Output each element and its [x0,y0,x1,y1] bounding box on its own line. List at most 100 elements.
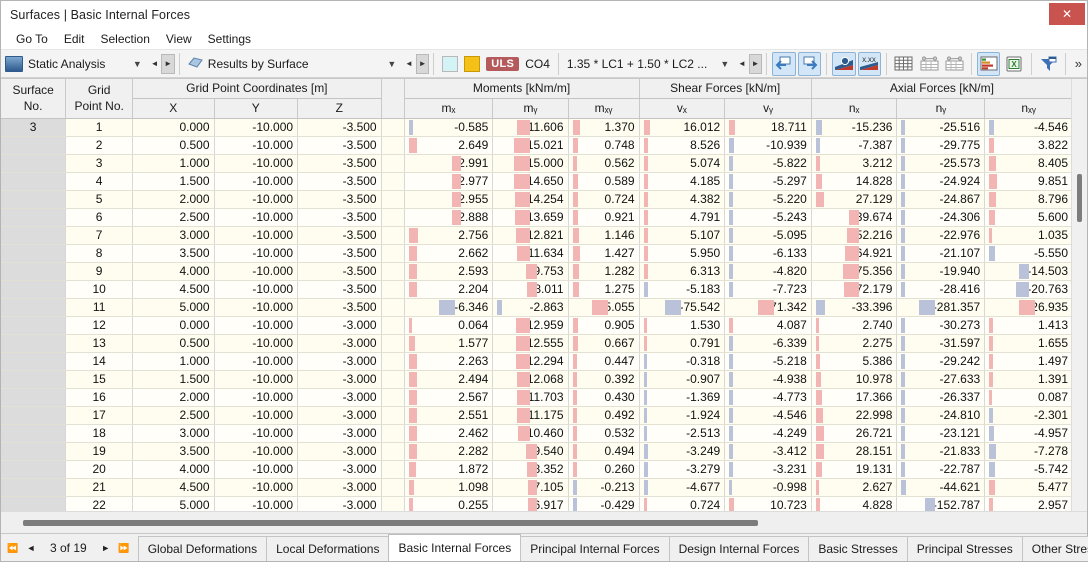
cell-nx[interactable]: 19.131 [811,460,898,479]
col-my[interactable]: mᵧ [492,98,569,119]
cell-vy[interactable]: -10.939 [724,136,812,155]
cell-vy[interactable]: -5.218 [724,352,812,371]
cell-mxy[interactable]: 0.562 [568,154,640,173]
cell-my[interactable]: 14.650 [492,172,569,191]
cell-my[interactable]: 12.959 [492,316,569,335]
cell-z[interactable]: -3.500 [297,208,382,227]
table-row[interactable]: 11 5.000 -10.000 -3.500 -6.346 -2.863 5.055 -75… [1,298,1073,317]
cell-z[interactable]: -3.500 [297,298,382,317]
goto-prev-icon[interactable] [772,51,796,76]
table-row[interactable]: 7 3.000 -10.000 -3.500 2.756 12.821 1.146 5.107… [1,226,1073,245]
cell-nxy[interactable]: 8.796 [984,190,1073,209]
table-row[interactable]: 18 3.000 -10.000 -3.000 2.462 10.460 0.532 -2.5… [1,424,1073,443]
load-combination-combo[interactable]: ULS CO4 1.35 * LC1 + 1.50 * LC2 ... ▼ [438,52,735,75]
cell-mx[interactable]: 2.662 [404,244,494,263]
cell-z[interactable]: -3.500 [297,280,382,299]
cell-x[interactable]: 2.000 [132,388,215,407]
cell-my[interactable]: 11.703 [492,388,569,407]
cell-grid-point-no[interactable]: 21 [65,478,134,497]
cell-vy[interactable]: -5.243 [724,208,812,227]
table-row[interactable]: 10 4.500 -10.000 -3.500 2.204 8.011 1.275 -5.18… [1,280,1073,299]
cell-my[interactable]: 12.294 [492,352,569,371]
cell-nx[interactable]: 2.740 [811,316,898,335]
combination-prev-button[interactable]: ◄ [735,54,748,74]
cell-nxy[interactable]: 2.957 [984,496,1073,511]
cell-x[interactable]: 5.000 [132,496,215,511]
cell-nx[interactable]: 22.998 [811,406,898,425]
row-header-surface-no[interactable] [1,298,67,317]
row-header-surface-no[interactable] [1,172,67,191]
tab-principal-stresses[interactable]: Principal Stresses [906,536,1023,561]
cell-grid-point-no[interactable]: 12 [65,316,134,335]
cell-my[interactable]: 15.000 [492,154,569,173]
cell-vy[interactable]: -5.297 [724,172,812,191]
cell-y[interactable]: -10.000 [214,352,299,371]
cell-nx[interactable]: -33.396 [811,298,898,317]
cell-ny[interactable]: -25.573 [896,154,986,173]
cell-ny[interactable]: -29.775 [896,136,986,155]
cell-vx[interactable]: -5.183 [639,280,726,299]
cell-my[interactable]: 14.254 [492,190,569,209]
cell-my[interactable]: 13.659 [492,208,569,227]
cell-nx[interactable]: 28.151 [811,442,898,461]
cell-vx[interactable]: -2.513 [639,424,726,443]
cell-my[interactable]: 12.821 [492,226,569,245]
cell-my[interactable]: 12.555 [492,334,569,353]
cell-y[interactable]: -10.000 [214,136,299,155]
col-vy[interactable]: vᵧ [724,98,812,119]
horizontal-scroll-thumb[interactable] [23,520,758,526]
row-header-surface-no[interactable] [1,154,67,173]
cell-z[interactable]: -3.500 [297,172,382,191]
cell-x[interactable]: 1.000 [132,352,215,371]
cell-y[interactable]: -10.000 [214,262,299,281]
cell-nxy[interactable]: 3.822 [984,136,1073,155]
col-group-surface[interactable]: Surface No. [1,79,67,119]
filter-icon[interactable] [1037,52,1060,76]
cell-y[interactable]: -10.000 [214,208,299,227]
cell-vx[interactable]: 5.107 [639,226,726,245]
cell-ny[interactable]: -19.940 [896,262,986,281]
cell-nx[interactable]: 2.275 [811,334,898,353]
cell-mxy[interactable]: 0.260 [568,460,640,479]
cell-grid-point-no[interactable]: 3 [65,154,134,173]
cell-grid-point-no[interactable]: 16 [65,388,134,407]
cell-mxy[interactable]: 0.430 [568,388,640,407]
cell-x[interactable]: 0.500 [132,136,215,155]
cell-vy[interactable]: -3.412 [724,442,812,461]
cell-my[interactable]: 7.105 [492,478,569,497]
col-group-coordinates[interactable]: Grid Point Coordinates [m] [132,79,382,99]
cell-my[interactable]: 6.917 [492,496,569,511]
cell-vx[interactable]: 8.526 [639,136,726,155]
cell-nxy[interactable]: 8.405 [984,154,1073,173]
tab-basic-stresses[interactable]: Basic Stresses [808,536,908,561]
cell-z[interactable]: -3.500 [297,226,382,245]
cell-nx[interactable]: 5.386 [811,352,898,371]
cell-vy[interactable]: -6.339 [724,334,812,353]
cell-ny[interactable]: -44.621 [896,478,986,497]
cell-y[interactable]: -10.000 [214,370,299,389]
row-header-surface-no[interactable] [1,136,67,155]
cell-grid-point-no[interactable]: 1 [65,118,134,137]
cell-mx[interactable]: 2.955 [404,190,494,209]
cell-my[interactable]: 8.352 [492,460,569,479]
cell-x[interactable]: 5.000 [132,298,215,317]
cell-my[interactable]: 12.068 [492,370,569,389]
cell-z[interactable]: -3.000 [297,478,382,497]
results-scope-combo[interactable]: Results by Surface ▼ [184,53,403,75]
cell-mx[interactable]: 2.567 [404,388,494,407]
cell-nx[interactable]: 14.828 [811,172,898,191]
chevron-down-icon[interactable]: ▼ [130,59,145,69]
cell-z[interactable]: -3.000 [297,334,382,353]
cell-ny[interactable]: -22.787 [896,460,986,479]
cell-nxy[interactable]: -20.763 [984,280,1073,299]
results-prev-button[interactable]: ◄ [402,54,415,74]
cell-ny[interactable]: -30.273 [896,316,986,335]
cell-vx[interactable]: 16.012 [639,118,726,137]
cell-vx[interactable]: -1.369 [639,388,726,407]
cell-y[interactable]: -10.000 [214,154,299,173]
table-filtered-icon[interactable] [917,52,940,76]
cell-grid-point-no[interactable]: 19 [65,442,134,461]
cell-vx[interactable]: 0.724 [639,496,726,511]
menu-item-view[interactable]: View [158,30,200,48]
cell-mx[interactable]: 2.204 [404,280,494,299]
